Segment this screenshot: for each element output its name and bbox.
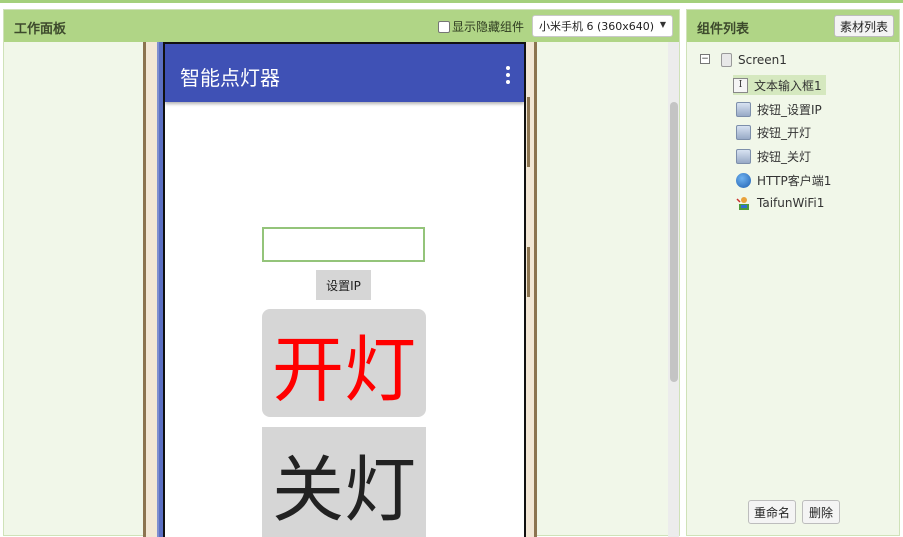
app-bar: 智能点灯器	[165, 44, 524, 102]
ip-textbox[interactable]	[262, 227, 425, 262]
light-on-button[interactable]: 开灯	[262, 309, 426, 417]
show-hidden-toggle[interactable]: 显示隐藏组件	[438, 18, 524, 35]
components-panel: 组件列表 素材列表 − Screen1 I 文本输入框1 按钮_设置IP 按钮_…	[686, 9, 900, 536]
tree-item-label: TaifunWiFi1	[757, 196, 825, 210]
tree-item-textbox[interactable]: I 文本输入框1	[733, 75, 826, 95]
tree-item-label: Screen1	[738, 53, 787, 67]
phone-screen: 智能点灯器 设置IP 开灯 关灯	[163, 42, 526, 537]
collapse-icon[interactable]: −	[700, 54, 710, 64]
phone-bezel: 智能点灯器 设置IP 开灯 关灯	[157, 42, 526, 537]
tree-item-button-on[interactable]: 按钮_开灯	[736, 122, 811, 142]
viewer-scrollbar[interactable]	[668, 42, 679, 537]
wifi-extension-icon	[736, 196, 751, 211]
viewer-header: 工作面板 显示隐藏组件 小米手机 6 (360x640) ▼	[4, 10, 679, 42]
components-title: 组件列表	[697, 22, 750, 37]
viewer-panel: 工作面板 显示隐藏组件 小米手机 6 (360x640) ▼ 智能点灯器 设置I…	[3, 9, 680, 537]
app-title: 智能点灯器	[180, 66, 280, 90]
phone-frame: 智能点灯器 设置IP 开灯 关灯	[143, 42, 537, 537]
rename-button[interactable]: 重命名	[748, 500, 797, 524]
tree-item-taifun-wifi[interactable]: TaifunWiFi1	[736, 193, 824, 213]
viewer-scroll-thumb[interactable]	[670, 102, 678, 382]
show-hidden-checkbox[interactable]	[438, 20, 450, 33]
tree-item-label: 文本输入框1	[754, 78, 822, 93]
frame-bevel-mark	[527, 247, 530, 297]
web-icon	[736, 172, 751, 188]
tree-item-screen1[interactable]: Screen1	[721, 50, 787, 70]
more-vert-icon[interactable]	[506, 66, 510, 84]
top-accent-line	[0, 0, 903, 3]
caret-down-icon: ▼	[659, 20, 666, 29]
tree-item-label: 按钮_开灯	[757, 125, 812, 140]
components-header: 组件列表 素材列表	[687, 10, 899, 42]
tree-item-label: 按钮_关灯	[757, 149, 812, 164]
tree-item-http-client[interactable]: HTTP客户端1	[736, 170, 831, 190]
frame-bevel-mark	[527, 97, 530, 167]
screen-icon	[721, 53, 732, 67]
device-size-select[interactable]: 小米手机 6 (360x640) ▼	[532, 15, 673, 37]
light-off-button[interactable]: 关灯	[262, 427, 426, 537]
delete-button[interactable]: 删除	[802, 500, 841, 524]
media-list-button[interactable]: 素材列表	[833, 15, 894, 37]
device-size-value: 小米手机 6 (360x640)	[539, 20, 655, 33]
viewer-title: 工作面板	[14, 22, 67, 37]
tree-item-label: 按钮_设置IP	[757, 102, 822, 117]
show-hidden-label: 显示隐藏组件	[452, 20, 525, 34]
button-icon	[736, 124, 751, 140]
textbox-icon: I	[733, 77, 748, 93]
button-icon	[736, 148, 751, 164]
button-icon	[736, 101, 751, 117]
tree-item-button-setip[interactable]: 按钮_设置IP	[736, 99, 822, 119]
tree-item-label: HTTP客户端1	[757, 173, 832, 188]
tree-item-button-off[interactable]: 按钮_关灯	[736, 146, 811, 166]
set-ip-button[interactable]: 设置IP	[316, 270, 371, 300]
